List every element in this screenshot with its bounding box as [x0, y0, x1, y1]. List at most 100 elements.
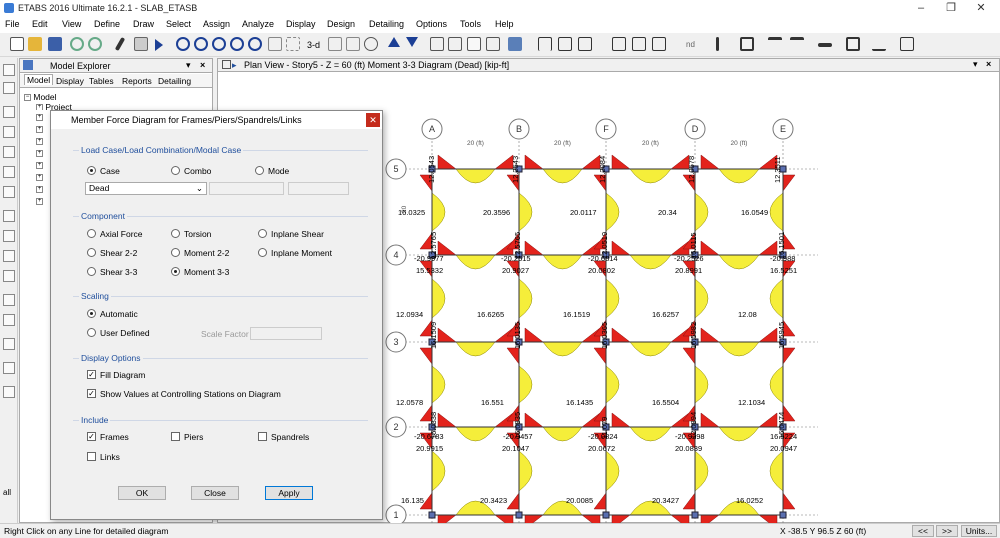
- mode-radio[interactable]: Mode: [255, 166, 289, 176]
- save-icon[interactable]: [48, 37, 62, 51]
- pin-icon[interactable]: ▾: [186, 60, 191, 71]
- line-icon[interactable]: [872, 37, 886, 51]
- tree-item-project[interactable]: + Project: [24, 102, 72, 110]
- tab-detailing[interactable]: Detailing: [158, 76, 191, 86]
- draw-column-icon[interactable]: [3, 126, 15, 138]
- move-up-icon[interactable]: [388, 37, 400, 47]
- ok-button[interactable]: OK: [118, 486, 166, 500]
- set-display-icon[interactable]: [430, 37, 444, 51]
- menu-edit[interactable]: Edit: [32, 19, 48, 29]
- moment-22-radio[interactable]: Moment 2-2: [171, 248, 229, 258]
- automatic-radio[interactable]: Automatic: [87, 309, 138, 319]
- zoom-all-icon[interactable]: [212, 37, 226, 51]
- pin-view-icon[interactable]: ▸: [232, 60, 237, 71]
- brace-icon[interactable]: [558, 37, 572, 51]
- object-shrink-icon[interactable]: [508, 37, 522, 51]
- draw-dimension-icon[interactable]: [3, 338, 15, 350]
- menu-help[interactable]: Help: [495, 19, 514, 29]
- reshape-icon[interactable]: [3, 82, 15, 94]
- menu-assign[interactable]: Assign: [203, 19, 230, 29]
- dialog-close-icon[interactable]: ✕: [366, 113, 380, 127]
- apply-button[interactable]: Apply: [265, 486, 313, 500]
- nd-label[interactable]: nd: [686, 40, 695, 49]
- tree-root[interactable]: − Model: [24, 92, 72, 102]
- grid-icon[interactable]: [900, 37, 914, 51]
- move-down-icon[interactable]: [406, 37, 418, 47]
- menu-tools[interactable]: Tools: [460, 19, 481, 29]
- check-options-icon[interactable]: [467, 37, 481, 51]
- view-3d-button[interactable]: 3-d: [307, 40, 320, 50]
- case-select[interactable]: Dead ⌄: [85, 182, 207, 195]
- minimize-icon[interactable]: –: [906, 1, 936, 16]
- menu-design[interactable]: Design: [327, 19, 355, 29]
- shear-33-radio[interactable]: Shear 3-3: [87, 267, 137, 277]
- support-icon[interactable]: [612, 37, 626, 51]
- previous-button[interactable]: <<: [912, 525, 934, 537]
- draw-section-cut-icon[interactable]: [3, 314, 15, 326]
- draw-x-brace-icon[interactable]: [3, 186, 15, 198]
- view-dropdown-icon[interactable]: ▾: [973, 59, 978, 70]
- elevation-view-icon[interactable]: [346, 37, 360, 51]
- pan-icon[interactable]: [268, 37, 282, 51]
- pencil-icon[interactable]: [114, 36, 126, 52]
- view-close-icon[interactable]: ×: [986, 59, 991, 69]
- pointer-icon[interactable]: [286, 37, 300, 51]
- menu-select[interactable]: Select: [166, 19, 191, 29]
- rotate-view-icon[interactable]: [364, 37, 378, 51]
- tab-reports[interactable]: Reports: [122, 76, 152, 86]
- draw-wall-stack-icon[interactable]: [3, 294, 15, 306]
- units-button[interactable]: Units...: [961, 525, 997, 537]
- show-values-checkbox[interactable]: ✓ Show Values at Controlling Stations on …: [87, 389, 281, 399]
- zoom-in-icon[interactable]: [230, 37, 244, 51]
- run-analysis-icon[interactable]: [155, 39, 163, 51]
- display-options-icon[interactable]: [448, 37, 462, 51]
- menu-draw[interactable]: Draw: [133, 19, 154, 29]
- tab-display[interactable]: Display: [56, 76, 84, 86]
- menu-file[interactable]: File: [5, 19, 20, 29]
- draw-brace-icon[interactable]: [3, 166, 15, 178]
- case-radio[interactable]: Case: [87, 166, 120, 176]
- draw-opening-icon[interactable]: [3, 270, 15, 282]
- close-icon[interactable]: ✕: [966, 1, 996, 16]
- draw-floor-icon[interactable]: [3, 210, 15, 222]
- draw-rect-floor-icon[interactable]: [3, 230, 15, 242]
- shear-22-radio[interactable]: Shear 2-2: [87, 248, 137, 258]
- lock-icon[interactable]: [134, 37, 148, 51]
- tbeam-icon[interactable]: [768, 37, 782, 47]
- stress-icon[interactable]: [652, 37, 666, 51]
- zoom-out-icon[interactable]: [248, 37, 262, 51]
- piers-checkbox[interactable]: Piers: [171, 432, 203, 442]
- combo-radio[interactable]: Combo: [171, 166, 211, 176]
- explorer-close-icon[interactable]: ×: [200, 60, 205, 70]
- section-icon[interactable]: [740, 37, 754, 51]
- tab-model[interactable]: Model: [24, 74, 54, 85]
- next-button[interactable]: >>: [936, 525, 958, 537]
- spandrels-checkbox[interactable]: Spandrels: [258, 432, 309, 442]
- extrude-icon[interactable]: [486, 37, 500, 51]
- select-all-label[interactable]: all: [3, 488, 11, 497]
- deformed-shape-icon[interactable]: [578, 37, 592, 51]
- menu-detailing[interactable]: Detailing: [369, 19, 404, 29]
- slab-icon[interactable]: [818, 43, 832, 47]
- user-defined-radio[interactable]: User Defined: [87, 328, 150, 338]
- zoom-window-icon[interactable]: [176, 37, 190, 51]
- torsion-radio[interactable]: Torsion: [171, 229, 211, 239]
- inplane-shear-radio[interactable]: Inplane Shear: [258, 229, 324, 239]
- tab-tables[interactable]: Tables: [89, 76, 114, 86]
- zoom-restore-icon[interactable]: [194, 37, 208, 51]
- close-button[interactable]: Close: [191, 486, 239, 500]
- select-arrow-icon[interactable]: [3, 64, 15, 76]
- draw-grid-icon[interactable]: [3, 362, 15, 374]
- links-checkbox[interactable]: Links: [87, 452, 120, 462]
- text-icon[interactable]: [716, 37, 719, 51]
- wall-icon[interactable]: [846, 37, 860, 51]
- inplane-moment-radio[interactable]: Inplane Moment: [258, 248, 332, 258]
- ibeam-icon[interactable]: [790, 37, 804, 47]
- draw-beam-icon[interactable]: [3, 146, 15, 158]
- menu-options[interactable]: Options: [416, 19, 447, 29]
- force-diagram-icon[interactable]: [632, 37, 646, 51]
- menu-view[interactable]: View: [62, 19, 81, 29]
- moment-33-radio[interactable]: Moment 3-3: [171, 267, 229, 277]
- undo-icon[interactable]: [70, 37, 84, 51]
- restore-icon[interactable]: ❐: [936, 1, 966, 16]
